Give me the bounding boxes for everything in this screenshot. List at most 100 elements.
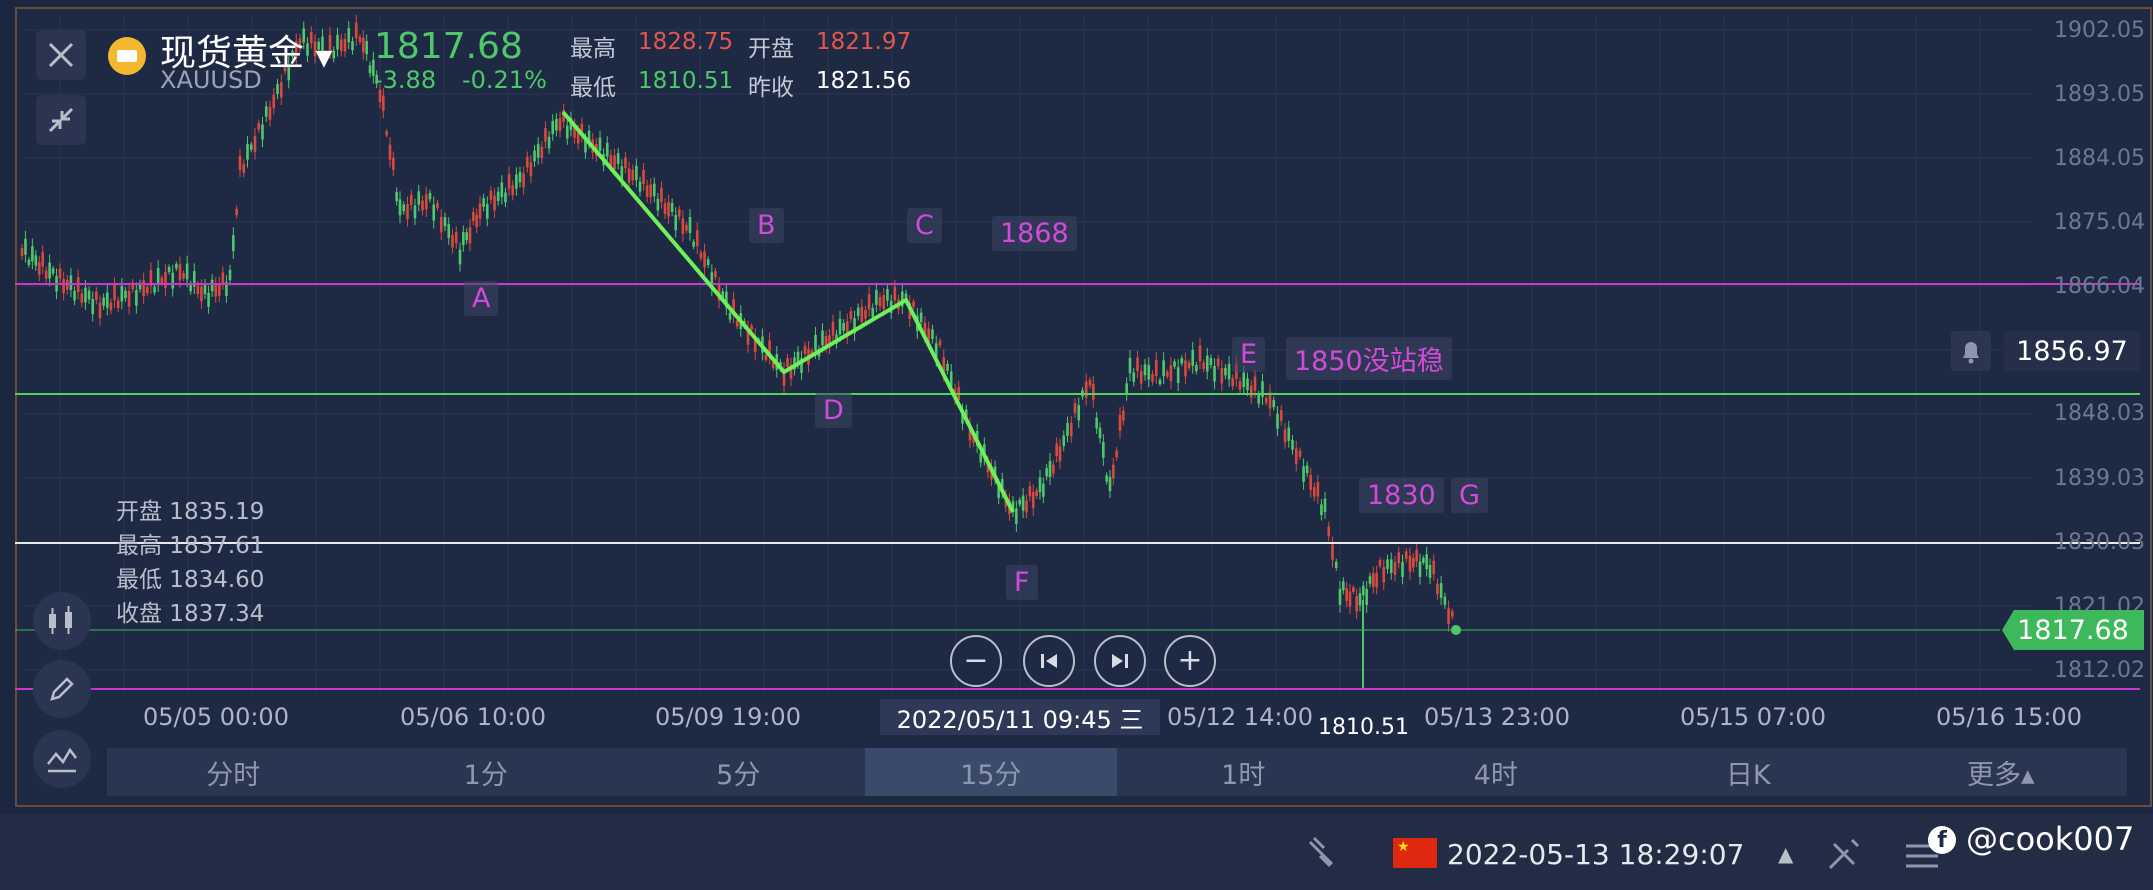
wrench-icon[interactable] bbox=[1824, 834, 1864, 874]
candle-body bbox=[1443, 596, 1447, 605]
candle-body bbox=[102, 297, 105, 306]
candle-body bbox=[616, 153, 620, 164]
candle-body bbox=[938, 340, 942, 346]
alert-price[interactable]: 1856.97 bbox=[2004, 331, 2140, 371]
candle-body bbox=[413, 205, 417, 219]
candle-body bbox=[409, 194, 413, 206]
candle-body bbox=[1358, 593, 1362, 606]
candle-body bbox=[703, 251, 706, 268]
link-icon[interactable] bbox=[1302, 832, 1342, 872]
candle-body bbox=[1386, 559, 1389, 569]
wave-label-g: G bbox=[1451, 478, 1488, 513]
high-label: 最高 bbox=[570, 36, 616, 62]
low-label: 最低 bbox=[570, 75, 616, 101]
tab-5min[interactable]: 5分 bbox=[612, 748, 865, 796]
candle-body bbox=[1279, 410, 1283, 421]
candle-body bbox=[670, 202, 674, 212]
draw-tool-button[interactable] bbox=[33, 660, 91, 718]
x-tick: 05/16 15:00 bbox=[1936, 703, 2082, 731]
candle-body bbox=[109, 302, 113, 311]
candle-body bbox=[417, 191, 421, 205]
candle-body bbox=[518, 171, 522, 183]
candle-body bbox=[465, 232, 468, 241]
candle-body bbox=[253, 135, 257, 152]
tab-daily[interactable]: 日K bbox=[1622, 748, 1875, 796]
bell-icon[interactable] bbox=[1951, 331, 1991, 371]
level-label-1830: 1830 bbox=[1359, 478, 1444, 513]
candle-body bbox=[1372, 573, 1375, 587]
zoom-out-button[interactable]: − bbox=[950, 635, 1002, 687]
candle-body bbox=[482, 198, 485, 207]
tab-1min[interactable]: 1分 bbox=[360, 748, 613, 796]
x-tick: 05/06 10:00 bbox=[400, 703, 546, 731]
candle-body bbox=[1112, 464, 1115, 479]
candle-body bbox=[84, 287, 87, 303]
candle-body bbox=[175, 263, 178, 269]
step-forward-button[interactable] bbox=[1094, 635, 1146, 687]
candle-body bbox=[246, 144, 249, 160]
shrink-icon bbox=[48, 107, 74, 133]
instrument-code: XAUUSD bbox=[160, 66, 262, 94]
candle-body bbox=[878, 297, 882, 307]
candle-body bbox=[458, 249, 462, 265]
candle-body bbox=[1345, 588, 1348, 601]
candle-body bbox=[385, 131, 388, 136]
indicator-icon bbox=[47, 747, 77, 773]
candle-body bbox=[421, 200, 424, 211]
candle-body bbox=[142, 280, 145, 297]
indicator-button[interactable] bbox=[33, 730, 91, 788]
candle-body bbox=[522, 173, 525, 188]
status-datetime: 2022-05-13 18:29:07 bbox=[1447, 838, 1745, 871]
candle-body bbox=[838, 318, 842, 335]
candle-body bbox=[1257, 395, 1261, 404]
candle-body bbox=[536, 144, 540, 158]
candle-body bbox=[864, 309, 867, 319]
candle-body bbox=[605, 142, 609, 157]
gold-coin-icon bbox=[108, 37, 146, 75]
prev-close-value: 1821.56 bbox=[816, 68, 912, 94]
candle-body bbox=[228, 269, 232, 281]
candle-body bbox=[1173, 361, 1176, 367]
wave-trend-line bbox=[561, 110, 1015, 513]
open-label: 开盘 bbox=[748, 36, 794, 62]
tab-4hour[interactable]: 4时 bbox=[1370, 748, 1623, 796]
candle-body bbox=[1393, 562, 1397, 575]
zoom-in-button[interactable]: + bbox=[1164, 635, 1216, 687]
candlestick-type-button[interactable] bbox=[33, 592, 91, 650]
candle-body bbox=[1231, 378, 1235, 387]
candle-body bbox=[875, 290, 878, 305]
candle-body bbox=[1408, 555, 1412, 572]
close-button[interactable] bbox=[36, 30, 86, 80]
tab-1hour[interactable]: 1时 bbox=[1117, 748, 1370, 796]
candle-body bbox=[20, 248, 24, 257]
candle-body bbox=[1305, 465, 1309, 474]
candle-body bbox=[354, 22, 358, 39]
candle-body bbox=[268, 106, 272, 120]
tab-timeshare[interactable]: 分时 bbox=[107, 748, 360, 796]
candle-body bbox=[398, 199, 402, 216]
x-tick: 05/15 07:00 bbox=[1680, 703, 1826, 731]
candle-body bbox=[127, 291, 131, 307]
candle-body bbox=[507, 174, 511, 189]
tab-15min[interactable]: 15分 bbox=[864, 748, 1117, 796]
caret-up-icon[interactable]: ▲ bbox=[1778, 842, 1793, 866]
candle-body bbox=[493, 195, 496, 211]
tab-more[interactable]: 更多▴ bbox=[1875, 748, 2128, 796]
candle-body bbox=[238, 156, 242, 171]
skip-forward-icon bbox=[1112, 654, 1128, 668]
candle-body bbox=[80, 293, 84, 303]
candle-body bbox=[1412, 557, 1415, 568]
chevron-down-icon[interactable]: ▼ bbox=[315, 46, 332, 71]
candle-body bbox=[475, 214, 478, 228]
candle-body bbox=[1021, 495, 1025, 511]
prev-close-label: 昨收 bbox=[748, 75, 794, 101]
facebook-icon: f bbox=[1928, 826, 1956, 854]
candle-body bbox=[1302, 466, 1305, 482]
candle-body bbox=[343, 39, 347, 52]
candle-body bbox=[1276, 413, 1279, 429]
step-back-button[interactable] bbox=[1023, 635, 1075, 687]
candle-body bbox=[145, 287, 149, 294]
shrink-button[interactable] bbox=[36, 95, 86, 145]
candle-body bbox=[37, 262, 41, 275]
candle-body bbox=[214, 283, 218, 297]
